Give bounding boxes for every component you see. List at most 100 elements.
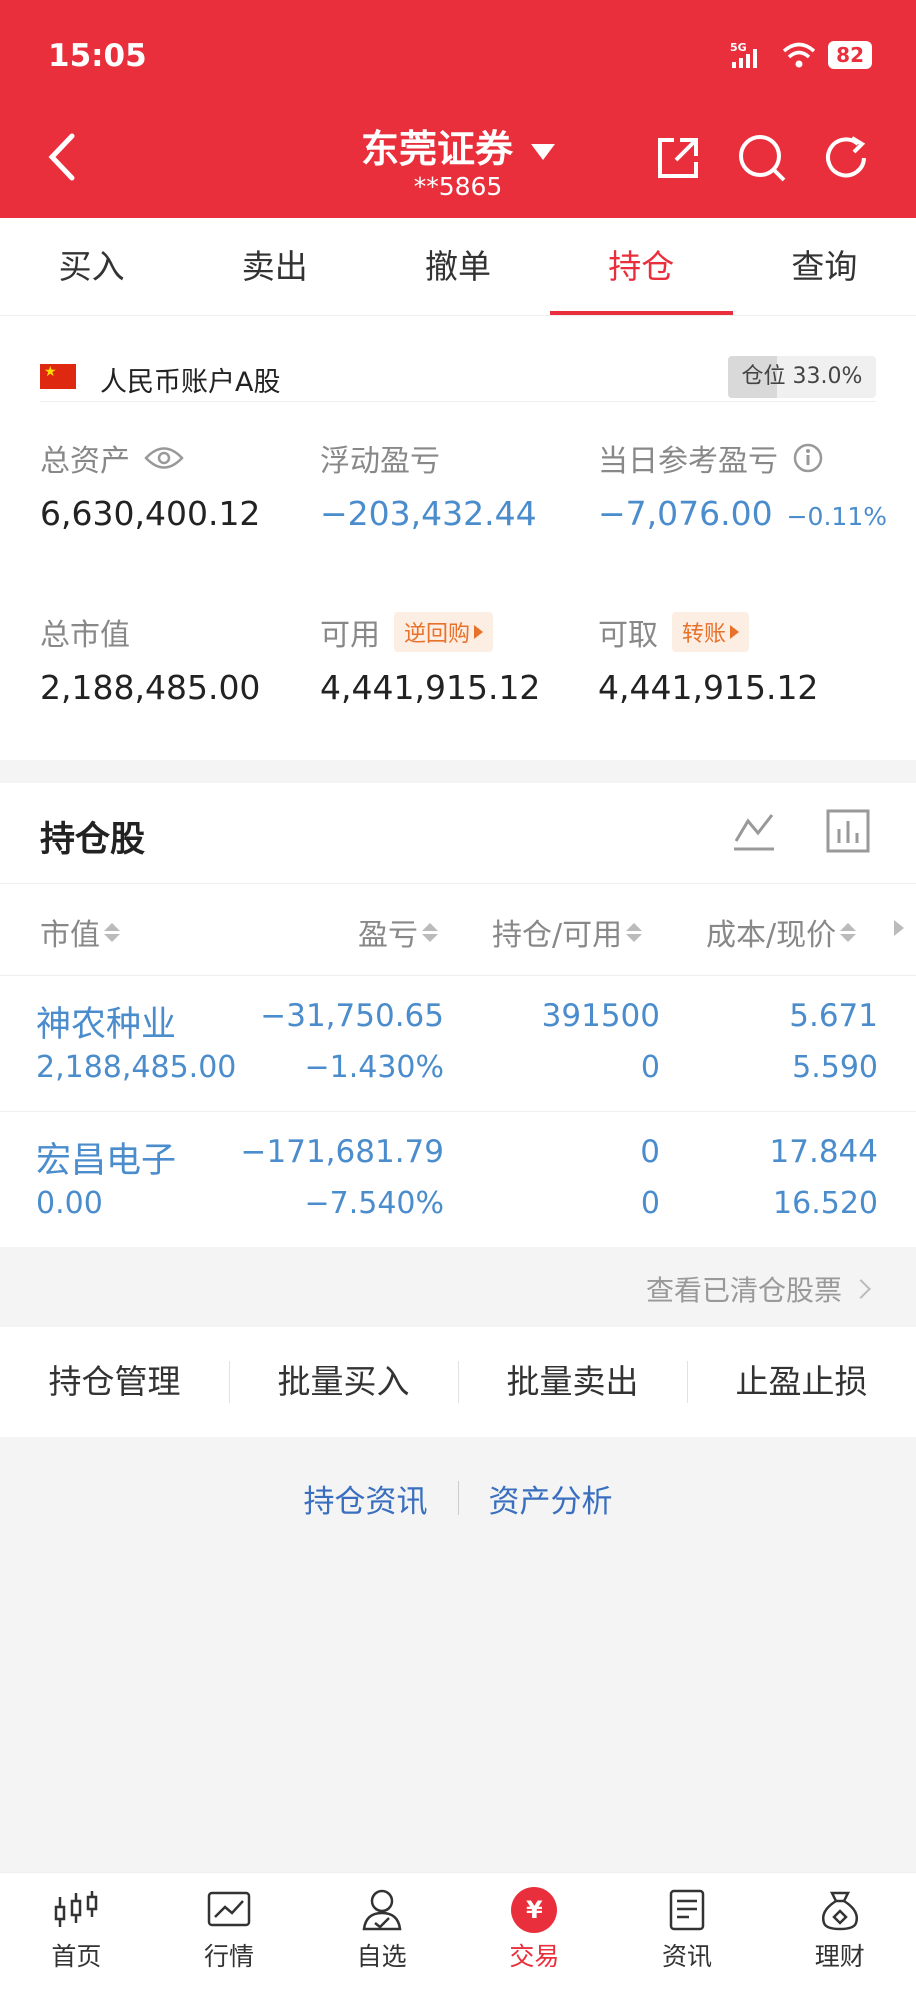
nav-market-label: 行情 (204, 1942, 255, 1971)
nav-home-label: 首页 (51, 1942, 102, 1971)
chevron-right-icon (851, 1279, 871, 1299)
market-value-label: 总市值 (40, 618, 130, 653)
daily-pl-value: −7,076.00 (598, 494, 773, 533)
stop-profit-loss-button[interactable]: 止盈止损 (687, 1327, 916, 1437)
document-icon (669, 1889, 705, 1931)
nav-wealth[interactable]: 理财 (763, 1873, 916, 1990)
stock-name: 宏昌电子 (36, 1141, 177, 1181)
holdings-section: 持仓股 市值 盈亏 持仓/可用 成本/现价 神农种业 2,188,485.00 … (0, 783, 916, 1248)
play-arrow-icon (730, 625, 740, 639)
tab-holdings[interactable]: 持仓 (549, 218, 734, 315)
yen-icon: ¥ (511, 1887, 558, 1933)
sort-position-button[interactable]: 持仓/可用 (492, 910, 643, 954)
info-icon[interactable] (792, 442, 824, 474)
stock-available: 0 (640, 1186, 660, 1221)
tab-sell[interactable]: 卖出 (183, 218, 366, 315)
trend-chart-icon (207, 1891, 251, 1927)
reverse-repo-button[interactable]: 逆回购 (394, 612, 494, 652)
column-pl: 盈亏 (358, 918, 418, 953)
network-label: 5G (730, 41, 747, 54)
stock-cost: 17.844 (769, 1134, 878, 1170)
withdrawable-value: 4,441,915.12 (598, 668, 819, 707)
stock-pl-percent: −1.430% (304, 1050, 444, 1085)
account-type-label: 人民币账户A股 (100, 367, 281, 398)
stock-pl: −171,681.79 (240, 1134, 444, 1170)
tab-query[interactable]: 查询 (733, 218, 916, 315)
column-market-value: 市值 (40, 918, 100, 953)
battery-icon: 82 (828, 41, 872, 69)
holding-row[interactable]: 神农种业 2,188,485.00 −31,750.65 −1.430% 391… (0, 976, 916, 1112)
user-check-icon (362, 1889, 402, 1931)
daily-pl: 当日参考盈亏 −7,076.00 −0.11% (598, 436, 887, 533)
stock-price: 16.520 (773, 1186, 878, 1221)
chevron-down-icon (531, 143, 555, 160)
candlestick-icon (55, 1891, 98, 1927)
stock-pl-percent: −7.540% (304, 1186, 444, 1221)
sort-market-value-button[interactable]: 市值 (40, 910, 120, 954)
info-links: 持仓资讯 资产分析 (0, 1470, 916, 1526)
stock-position: 391500 (541, 998, 660, 1034)
scroll-right-icon[interactable] (894, 920, 904, 936)
reverse-repo-label: 逆回购 (404, 622, 471, 647)
manage-holdings-button[interactable]: 持仓管理 (0, 1327, 229, 1437)
nav-news-label: 资讯 (662, 1942, 713, 1971)
column-position: 持仓/可用 (492, 918, 623, 953)
transfer-button[interactable]: 转账 (672, 612, 750, 652)
market-value: 总市值 2,188,485.00 (40, 610, 260, 707)
stock-pl: −31,750.65 (260, 998, 444, 1034)
line-chart-icon[interactable] (730, 807, 778, 855)
floating-pl-value: −203,432.44 (320, 494, 537, 533)
status-time: 15:05 (48, 38, 147, 74)
daily-pl-label: 当日参考盈亏 (598, 444, 778, 479)
account-row: ★ 人民币账户A股 仓位 33.0% (40, 334, 876, 402)
eye-icon[interactable] (144, 445, 184, 471)
withdrawable-funds: 可取 转账 4,441,915.12 (598, 610, 818, 707)
stock-price: 5.590 (792, 1050, 878, 1085)
account-summary: ★ 人民币账户A股 仓位 33.0% 总资产 6,630,400.12 浮动盈亏… (0, 316, 916, 760)
transfer-label: 转账 (682, 622, 727, 647)
play-arrow-icon (474, 625, 484, 639)
broker-name: 东莞证券 (360, 127, 513, 171)
bar-chart-icon[interactable] (824, 807, 872, 855)
cleared-stocks-link[interactable]: 查看已清仓股票 (645, 1269, 871, 1309)
batch-sell-button[interactable]: 批量卖出 (458, 1327, 687, 1437)
nav-watchlist[interactable]: 自选 (305, 1873, 458, 1990)
sort-pl-button[interactable]: 盈亏 (358, 910, 438, 954)
trade-tabs: 买入 卖出 撤单 持仓 查询 (0, 218, 916, 316)
sort-icon (104, 922, 120, 942)
tab-cancel-order[interactable]: 撤单 (366, 218, 549, 315)
money-bag-icon (821, 1891, 858, 1931)
total-assets: 总资产 6,630,400.12 (40, 436, 260, 533)
sort-icon (840, 922, 857, 942)
holding-news-link[interactable]: 持仓资讯 (274, 1476, 458, 1521)
sort-cost-button[interactable]: 成本/现价 (706, 910, 857, 954)
nav-market[interactable]: 行情 (153, 1873, 306, 1990)
share-icon[interactable] (652, 132, 704, 184)
nav-trade[interactable]: ¥ 交易 (458, 1873, 611, 1990)
position-ratio-label: 仓位 33.0% (741, 364, 863, 389)
stock-market-value: 2,188,485.00 (36, 1050, 237, 1085)
floating-pl: 浮动盈亏 −203,432.44 (320, 436, 537, 533)
search-icon[interactable] (736, 132, 788, 184)
total-assets-value: 6,630,400.12 (40, 494, 261, 533)
nav-trade-label: 交易 (509, 1942, 560, 1971)
asset-analysis-link[interactable]: 资产分析 (459, 1476, 643, 1521)
available-label: 可用 (320, 618, 380, 653)
cleared-stocks-label: 查看已清仓股票 (645, 1274, 842, 1307)
refresh-icon[interactable] (820, 132, 872, 184)
position-ratio-badge: 仓位 33.0% (728, 356, 876, 398)
stock-name: 神农种业 (36, 1005, 177, 1045)
market-value-value: 2,188,485.00 (40, 668, 261, 707)
stock-market-value: 0.00 (36, 1186, 103, 1221)
wifi-icon (783, 42, 816, 68)
holding-row[interactable]: 宏昌电子 0.00 −171,681.79 −7.540% 0 0 17.844… (0, 1112, 916, 1248)
app-header: 15:05 5G 82 东莞证券 **5865 (0, 0, 916, 218)
batch-buy-button[interactable]: 批量买入 (229, 1327, 458, 1437)
nav-home[interactable]: 首页 (0, 1873, 153, 1990)
available-value: 4,441,915.12 (320, 668, 541, 707)
nav-wealth-label: 理财 (814, 1942, 865, 1971)
nav-news[interactable]: 资讯 (611, 1873, 764, 1990)
cleared-stocks-row: 查看已清仓股票 (0, 1247, 916, 1327)
tab-buy[interactable]: 买入 (0, 218, 183, 315)
column-cost: 成本/现价 (706, 918, 837, 953)
